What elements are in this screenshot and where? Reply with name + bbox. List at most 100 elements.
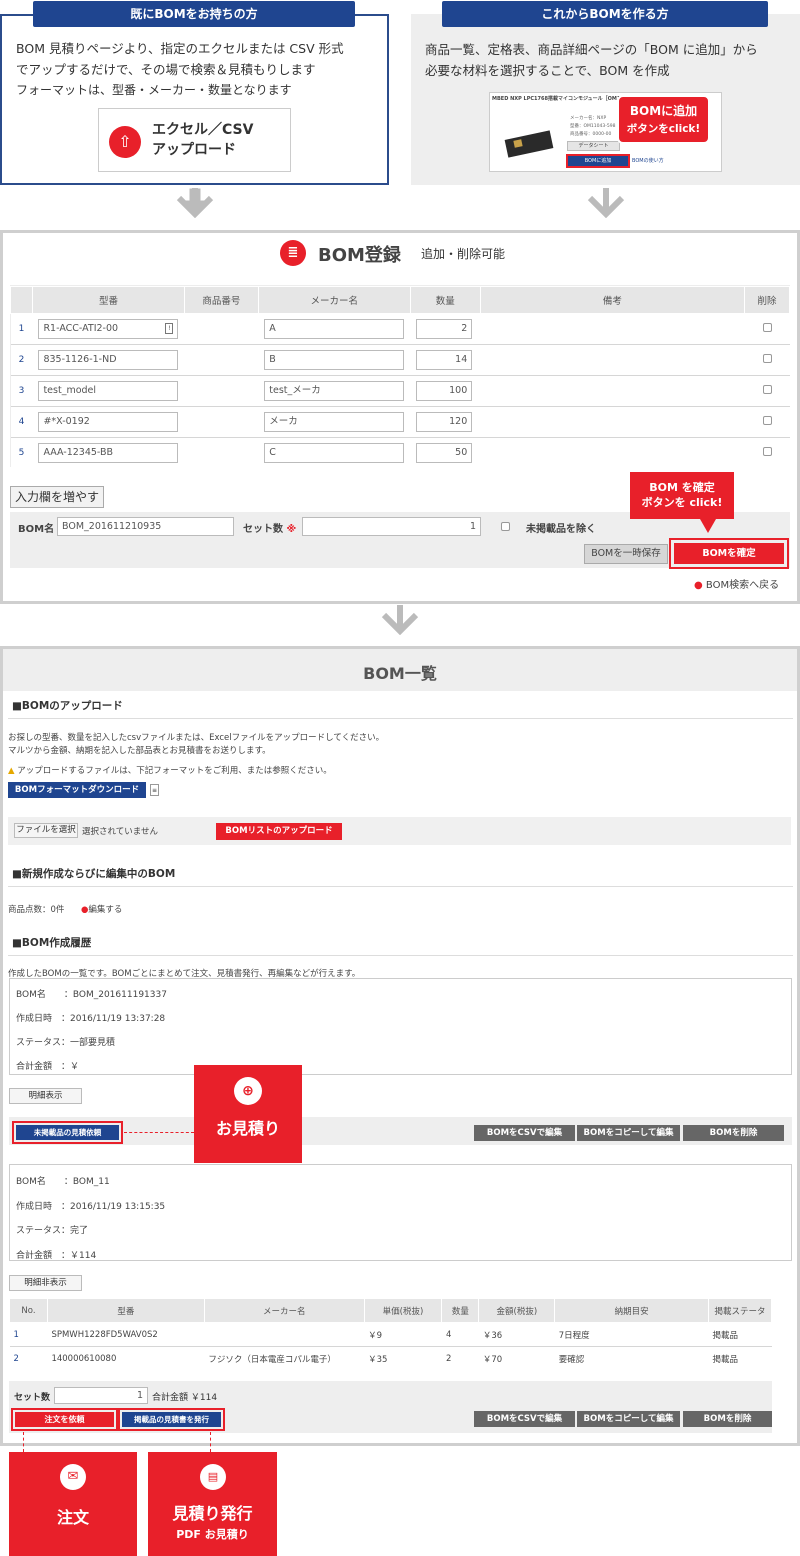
- delete-checkbox[interactable]: [762, 385, 772, 394]
- row-number: 1: [10, 313, 33, 345]
- show-detail-button[interactable]: 明細表示: [9, 1088, 82, 1104]
- upload-desc: お探しの型番、数量を記入したcsvファイルまたは、Excelファイルをアップロー…: [8, 733, 385, 743]
- delete-checkbox[interactable]: [762, 447, 772, 457]
- part-number-input[interactable]: 835-1126-1-ND: [38, 350, 179, 370]
- shot-maker: メーカー名：NXP: [570, 116, 607, 121]
- callout-text: PDF お見積り: [176, 1528, 249, 1541]
- order-callout: ✉ 注文: [9, 1452, 137, 1556]
- col-header: 型番: [46, 1298, 205, 1323]
- col-header: 数量: [409, 286, 481, 314]
- shot-add-bom-button: BOMに追加: [566, 154, 630, 168]
- back-to-search-link[interactable]: ● BOM検索へ戻る: [694, 576, 779, 591]
- connector: [124, 1132, 194, 1133]
- part-number-value: test_model: [43, 385, 97, 396]
- save-temp-button[interactable]: BOMを一時保存: [584, 544, 668, 564]
- maker-input[interactable]: メーカ: [264, 412, 405, 432]
- quote-callout: ⊕ お見積り: [194, 1065, 302, 1163]
- bom-date: 作成日時 ：2016/11/19 13:37:28: [16, 1014, 166, 1024]
- callout-text: BOMに追加: [629, 104, 698, 118]
- detail-amount: ￥36: [478, 1322, 555, 1347]
- col-header: 金額(税抜): [478, 1298, 556, 1323]
- chevron-right-icon: ●: [694, 580, 703, 591]
- upload-desc: マルツから金額、納期を記入した部品表とお見積書をお送りします。: [8, 746, 271, 756]
- quantity-input[interactable]: 120: [416, 412, 473, 432]
- set-count-text: セット数: [243, 524, 283, 535]
- list-title: BOM一覧: [363, 664, 437, 683]
- detail-price: ￥9: [364, 1322, 442, 1347]
- new-bom-heading: ■新規作成ならびに編集中のBOM: [12, 868, 176, 880]
- upload-list-button[interactable]: BOMリストのアップロード: [216, 823, 342, 840]
- edit-link[interactable]: ●編集する: [81, 903, 122, 915]
- exclude-checkbox[interactable]: [501, 522, 510, 531]
- issue-quote-button[interactable]: 掲載品の見積書を発行: [122, 1412, 221, 1427]
- part-number-input[interactable]: R1-ACC-ATI2-00!: [38, 319, 179, 339]
- upload-warning: ▲ アップロードするファイルは、下記フォーマットをご利用、または参照ください。: [8, 764, 332, 776]
- set-count-input[interactable]: 1: [54, 1387, 148, 1404]
- quantity-input[interactable]: 100: [416, 381, 473, 401]
- file-icon: ≡: [150, 784, 159, 796]
- detail-lead: 要確認: [554, 1346, 709, 1371]
- copy-edit-button[interactable]: BOMをコピーして編集: [577, 1125, 680, 1141]
- quantity-input[interactable]: 2: [416, 319, 473, 339]
- confirm-bom-button[interactable]: BOMを確定: [674, 543, 784, 564]
- excel-csv-upload-button[interactable]: ⇧ エクセル／CSV アップロード: [98, 108, 291, 172]
- csv-edit-button[interactable]: BOMをCSVで編集: [474, 1411, 575, 1427]
- add-bom-callout: BOMに追加 ボタンをclick!: [617, 95, 710, 144]
- delete-checkbox[interactable]: [762, 323, 772, 332]
- callout-text: BOM を確定: [649, 481, 715, 494]
- desc-line: BOM 見積りページより、指定のエクセルまたは CSV 形式: [16, 41, 344, 56]
- delete-checkbox[interactable]: [762, 416, 772, 425]
- part-number-input[interactable]: AAA-12345-BB: [38, 443, 179, 464]
- maker-input[interactable]: C: [264, 443, 405, 464]
- format-download-button[interactable]: BOMフォーマットダウンロード: [8, 782, 146, 798]
- detail-no[interactable]: 2: [9, 1346, 48, 1371]
- copy-edit-button[interactable]: BOMをコピーして編集: [577, 1411, 680, 1427]
- down-arrow-icon: [587, 188, 625, 218]
- bom-name: BOM名 ：BOM_11: [16, 1177, 110, 1187]
- quantity-input[interactable]: 50: [416, 443, 473, 464]
- item-count: 商品点数：0件: [8, 905, 65, 915]
- callout-text: ボタンをclick!: [626, 123, 701, 135]
- set-count-input[interactable]: 1: [302, 517, 481, 536]
- csv-edit-button[interactable]: BOMをCSVで編集: [474, 1125, 575, 1141]
- row-number: 5: [10, 437, 33, 469]
- part-number-input[interactable]: #*X-0192: [38, 412, 179, 432]
- detail-lead: 7日程度: [554, 1322, 709, 1347]
- register-title: BOM登録: [318, 245, 401, 266]
- bom-register-table: 型番 商品番号 メーカー名 数量 備考 削除 1 R1-ACC-ATI2-00! A…: [10, 286, 790, 469]
- col-header: No.: [9, 1298, 48, 1323]
- col-header: 備考: [479, 286, 746, 314]
- detail-part: SPMWH1228FD5WAV0S2: [47, 1322, 205, 1347]
- detail-no[interactable]: 1: [9, 1322, 48, 1347]
- col-header: メーカー名: [203, 1298, 365, 1323]
- detail-part: 140000610080: [47, 1346, 205, 1371]
- back-text: BOM検索へ戻る: [705, 580, 780, 591]
- existing-bom-banner: 既にBOMをお持ちの方: [33, 1, 355, 27]
- maker-input[interactable]: B: [264, 350, 405, 370]
- quantity-input[interactable]: 14: [416, 350, 473, 370]
- maker-input[interactable]: A: [264, 319, 405, 339]
- part-number-value: AAA-12345-BB: [43, 447, 114, 459]
- bom-name-input[interactable]: BOM_201611210935: [57, 517, 234, 536]
- maker-input[interactable]: test_メーカ: [264, 381, 405, 401]
- col-header: 型番: [31, 286, 185, 314]
- hide-detail-button[interactable]: 明細非表示: [9, 1275, 82, 1291]
- delete-bom-button[interactable]: BOMを削除: [683, 1125, 784, 1141]
- register-row: 4 #*X-0192 メーカ 120: [10, 406, 790, 438]
- add-rows-button[interactable]: 入力欄を増やす: [10, 486, 104, 508]
- order-request-button[interactable]: 注文を依頼: [15, 1412, 114, 1427]
- delete-checkbox[interactable]: [762, 354, 772, 363]
- delete-bom-button[interactable]: BOMを削除: [683, 1411, 772, 1427]
- detail-price: ￥35: [364, 1346, 442, 1371]
- file-select-button[interactable]: ファイルを選択: [14, 823, 78, 838]
- detail-maker: [204, 1322, 365, 1347]
- request-quote-button[interactable]: 未掲載品の見積依頼: [16, 1125, 119, 1140]
- detail-row: 2 140000610080 フジソク（日本電産コパル電子） ￥35 2 ￥70 要確認 掲載…: [9, 1346, 772, 1371]
- register-subtitle: 追加・削除可能: [421, 247, 506, 261]
- total-amount: 合計金額 ￥114: [152, 1393, 218, 1403]
- bom-date: 作成日時 ：2016/11/19 13:15:35: [16, 1202, 166, 1212]
- part-number-value: R1-ACC-ATI2-00: [43, 323, 119, 334]
- confirm-callout: BOM を確定 ボタンを click!: [630, 472, 734, 519]
- part-number-input[interactable]: test_model: [38, 381, 179, 401]
- board-image: [504, 107, 554, 165]
